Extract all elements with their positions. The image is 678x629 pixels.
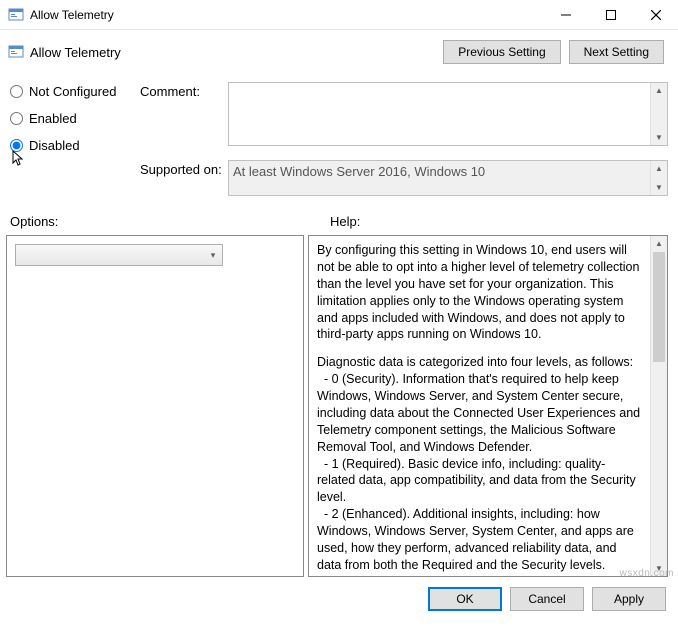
comment-label: Comment: <box>140 82 228 99</box>
footer: OK Cancel Apply <box>0 577 678 621</box>
options-dropdown[interactable]: ▾ <box>15 244 223 266</box>
previous-setting-button[interactable]: Previous Setting <box>443 40 560 64</box>
main-panes: ▾ By configuring this setting in Windows… <box>0 233 678 577</box>
header: Allow Telemetry Previous Setting Next Se… <box>0 30 678 82</box>
help-scrollbar[interactable]: ▲ ▼ <box>650 236 667 576</box>
options-label: Options: <box>10 214 330 229</box>
scroll-up-icon[interactable]: ▲ <box>651 236 667 251</box>
options-pane: ▾ <box>6 235 304 577</box>
radio-not-configured[interactable]: Not Configured <box>10 84 130 99</box>
window-controls <box>543 0 678 30</box>
fields: Comment: ▲ ▼ Supported on: At least Wind… <box>140 82 668 202</box>
config-section: Not Configured Enabled Disabled Comment:… <box>0 82 678 202</box>
ok-button[interactable]: OK <box>428 587 502 611</box>
scrollbar-thumb[interactable] <box>653 252 665 362</box>
comment-textarea[interactable] <box>229 83 650 145</box>
titlebar: Allow Telemetry <box>0 0 678 30</box>
radio-not-configured-input[interactable] <box>10 85 23 98</box>
help-paragraph-2: Diagnostic data is categorized into four… <box>317 354 642 576</box>
comment-scrollbar[interactable]: ▲ ▼ <box>650 83 667 145</box>
cursor-icon <box>12 150 26 171</box>
state-radios: Not Configured Enabled Disabled <box>10 82 130 202</box>
watermark: wsxdn.com <box>619 568 674 579</box>
radio-enabled[interactable]: Enabled <box>10 111 130 126</box>
supported-field: At least Windows Server 2016, Windows 10… <box>228 160 668 196</box>
maximize-button[interactable] <box>588 0 633 30</box>
supported-value: At least Windows Server 2016, Windows 10 <box>229 161 650 195</box>
supported-scrollbar[interactable]: ▲ ▼ <box>650 161 667 195</box>
scroll-down-icon[interactable]: ▼ <box>651 130 667 145</box>
scroll-down-icon[interactable]: ▼ <box>651 180 667 195</box>
policy-icon <box>8 44 24 60</box>
chevron-down-icon: ▾ <box>204 250 222 261</box>
radio-enabled-input[interactable] <box>10 112 23 125</box>
cancel-button[interactable]: Cancel <box>510 587 584 611</box>
radio-disabled-input[interactable] <box>10 139 23 152</box>
scrollbar-track[interactable] <box>651 363 667 561</box>
radio-not-configured-label: Not Configured <box>29 84 116 99</box>
minimize-button[interactable] <box>543 0 588 30</box>
help-paragraph-1: By configuring this setting in Windows 1… <box>317 242 642 343</box>
radio-disabled[interactable]: Disabled <box>10 138 130 153</box>
radio-disabled-label: Disabled <box>29 138 80 153</box>
comment-field[interactable]: ▲ ▼ <box>228 82 668 146</box>
scroll-up-icon[interactable]: ▲ <box>651 83 667 98</box>
radio-enabled-label: Enabled <box>29 111 77 126</box>
supported-label: Supported on: <box>140 160 228 177</box>
help-text: By configuring this setting in Windows 1… <box>309 236 650 576</box>
scroll-up-icon[interactable]: ▲ <box>651 161 667 176</box>
apply-button[interactable]: Apply <box>592 587 666 611</box>
close-button[interactable] <box>633 0 678 30</box>
window-title: Allow Telemetry <box>30 8 543 22</box>
next-setting-button[interactable]: Next Setting <box>569 40 664 64</box>
pane-labels: Options: Help: <box>0 202 678 233</box>
app-icon <box>8 7 24 23</box>
help-label: Help: <box>330 214 360 229</box>
policy-title: Allow Telemetry <box>30 45 121 60</box>
help-pane: By configuring this setting in Windows 1… <box>308 235 668 577</box>
